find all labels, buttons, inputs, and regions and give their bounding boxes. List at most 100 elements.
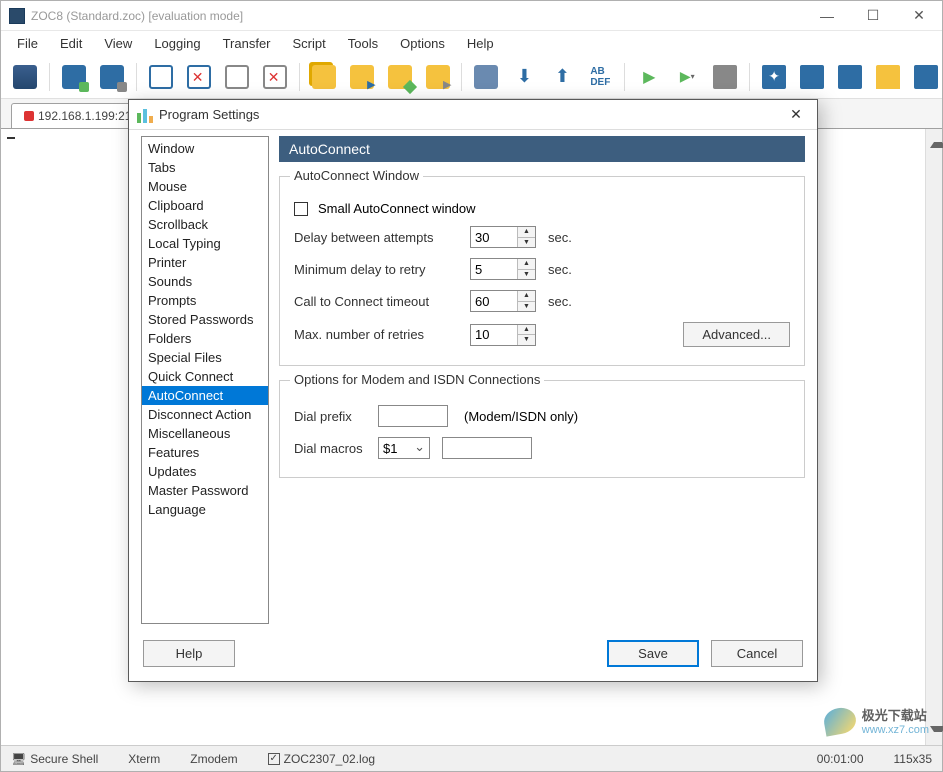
doc-icon[interactable]: [145, 61, 177, 93]
group1-title: AutoConnect Window: [290, 168, 423, 183]
monitor-icon: 🖥: [11, 752, 26, 766]
timeout-input[interactable]: [471, 291, 517, 311]
category-features[interactable]: Features: [142, 443, 268, 462]
category-language[interactable]: Language: [142, 500, 268, 519]
settings-icon[interactable]: [796, 61, 828, 93]
upload-icon[interactable]: ⬆: [546, 61, 578, 93]
docalt-icon[interactable]: [221, 61, 253, 93]
paste-edit-icon[interactable]: [384, 61, 416, 93]
max-retries-input[interactable]: [471, 325, 517, 345]
max-retries-spinbox[interactable]: ▲▼: [470, 324, 536, 346]
menu-logging[interactable]: Logging: [144, 33, 210, 54]
connect-icon[interactable]: [58, 61, 90, 93]
category-local-typing[interactable]: Local Typing: [142, 234, 268, 253]
terminal-icon[interactable]: [910, 61, 942, 93]
timeout-spinbox[interactable]: ▲▼: [470, 290, 536, 312]
small-window-checkbox[interactable]: [294, 202, 308, 216]
timeout-label: Call to Connect timeout: [294, 294, 464, 309]
panel-icon[interactable]: [834, 61, 866, 93]
dialog-footer: Help Save Cancel: [129, 630, 817, 681]
close-button[interactable]: ✕: [896, 1, 942, 31]
advanced-button[interactable]: Advanced...: [683, 322, 790, 347]
category-disconnect-action[interactable]: Disconnect Action: [142, 405, 268, 424]
folder-icon[interactable]: [872, 61, 904, 93]
main-titlebar: ZOC8 (Standard.zoc) [evaluation mode] — …: [1, 1, 942, 31]
dialog-close-button[interactable]: ✕: [775, 100, 817, 130]
min-retry-label: Minimum delay to retry: [294, 262, 464, 277]
macros-select[interactable]: $1: [378, 437, 430, 459]
delay-spin-down[interactable]: ▼: [518, 238, 535, 248]
min-retry-input[interactable]: [471, 259, 517, 279]
category-autoconnect[interactable]: AutoConnect: [142, 386, 268, 405]
max-retries-spin-down[interactable]: ▼: [518, 335, 535, 345]
help-button[interactable]: Help: [143, 640, 235, 667]
print-icon[interactable]: [470, 61, 502, 93]
category-master-password[interactable]: Master Password: [142, 481, 268, 500]
category-updates[interactable]: Updates: [142, 462, 268, 481]
minimize-button[interactable]: —: [804, 1, 850, 31]
min-retry-spin-up[interactable]: ▲: [518, 259, 535, 270]
menu-transfer[interactable]: Transfer: [213, 33, 281, 54]
menu-help[interactable]: Help: [457, 33, 504, 54]
menu-script[interactable]: Script: [283, 33, 336, 54]
watermark-logo-icon: [822, 705, 858, 736]
status-log[interactable]: ✓ ZOC2307_02.log: [268, 752, 375, 766]
category-scrollback[interactable]: Scrollback: [142, 215, 268, 234]
delay-input[interactable]: [471, 227, 517, 247]
category-miscellaneous[interactable]: Miscellaneous: [142, 424, 268, 443]
vertical-scrollbar[interactable]: [925, 129, 942, 745]
menu-tools[interactable]: Tools: [338, 33, 388, 54]
target-icon[interactable]: ✦: [758, 61, 790, 93]
download-icon[interactable]: ⬇: [508, 61, 540, 93]
timeout-spin-down[interactable]: ▼: [518, 302, 535, 312]
tab-status-icon: [24, 111, 34, 121]
category-quick-connect[interactable]: Quick Connect: [142, 367, 268, 386]
category-list[interactable]: Window Tabs Mouse Clipboard Scrollback L…: [141, 136, 269, 624]
save-button[interactable]: Save: [607, 640, 699, 667]
category-stored-passwords[interactable]: Stored Passwords: [142, 310, 268, 329]
category-sounds[interactable]: Sounds: [142, 272, 268, 291]
stop-icon[interactable]: [709, 61, 741, 93]
pane-title: AutoConnect: [279, 136, 805, 162]
cancel-button[interactable]: Cancel: [711, 640, 803, 667]
font-icon[interactable]: ABDEF: [584, 61, 616, 93]
category-folders[interactable]: Folders: [142, 329, 268, 348]
hostdir-icon[interactable]: [9, 61, 41, 93]
delay-spin-up[interactable]: ▲: [518, 227, 535, 238]
dialog-titlebar: Program Settings ✕: [129, 100, 817, 130]
menu-edit[interactable]: Edit: [50, 33, 92, 54]
category-tabs[interactable]: Tabs: [142, 158, 268, 177]
paste-in-icon[interactable]: ▶: [346, 61, 378, 93]
menu-view[interactable]: View: [94, 33, 142, 54]
menu-file[interactable]: File: [7, 33, 48, 54]
toolbar: ✕ ✕ ▶ ▶ ⬇ ⬆ ABDEF ▶ ▶▾ ✦: [1, 55, 942, 99]
window-title: ZOC8 (Standard.zoc) [evaluation mode]: [31, 9, 804, 23]
disconnect-icon[interactable]: [96, 61, 128, 93]
category-window[interactable]: Window: [142, 139, 268, 158]
dialog-title: Program Settings: [159, 107, 775, 122]
category-special-files[interactable]: Special Files: [142, 348, 268, 367]
category-clipboard[interactable]: Clipboard: [142, 196, 268, 215]
macros-input[interactable]: [442, 437, 532, 459]
play-dropdown-icon[interactable]: ▶▾: [671, 61, 703, 93]
timeout-spin-up[interactable]: ▲: [518, 291, 535, 302]
group2-title: Options for Modem and ISDN Connections: [290, 372, 544, 387]
prefix-input[interactable]: [378, 405, 448, 427]
maximize-button[interactable]: ☐: [850, 1, 896, 31]
watermark-line1: 极光下载站: [862, 705, 929, 724]
category-mouse[interactable]: Mouse: [142, 177, 268, 196]
copy-icon[interactable]: [308, 61, 340, 93]
category-prompts[interactable]: Prompts: [142, 291, 268, 310]
play-icon[interactable]: ▶: [633, 61, 665, 93]
small-window-label: Small AutoConnect window: [318, 201, 476, 216]
menu-options[interactable]: Options: [390, 33, 455, 54]
paste-next-icon[interactable]: ▶: [422, 61, 454, 93]
docalt-delete-icon[interactable]: ✕: [259, 61, 291, 93]
min-retry-spin-down[interactable]: ▼: [518, 270, 535, 280]
min-retry-spinbox[interactable]: ▲▼: [470, 258, 536, 280]
doc-tab-1[interactable]: 192.168.1.199:21: [11, 103, 144, 128]
delay-spinbox[interactable]: ▲▼: [470, 226, 536, 248]
category-printer[interactable]: Printer: [142, 253, 268, 272]
max-retries-spin-up[interactable]: ▲: [518, 325, 535, 336]
doc-delete-icon[interactable]: ✕: [183, 61, 215, 93]
